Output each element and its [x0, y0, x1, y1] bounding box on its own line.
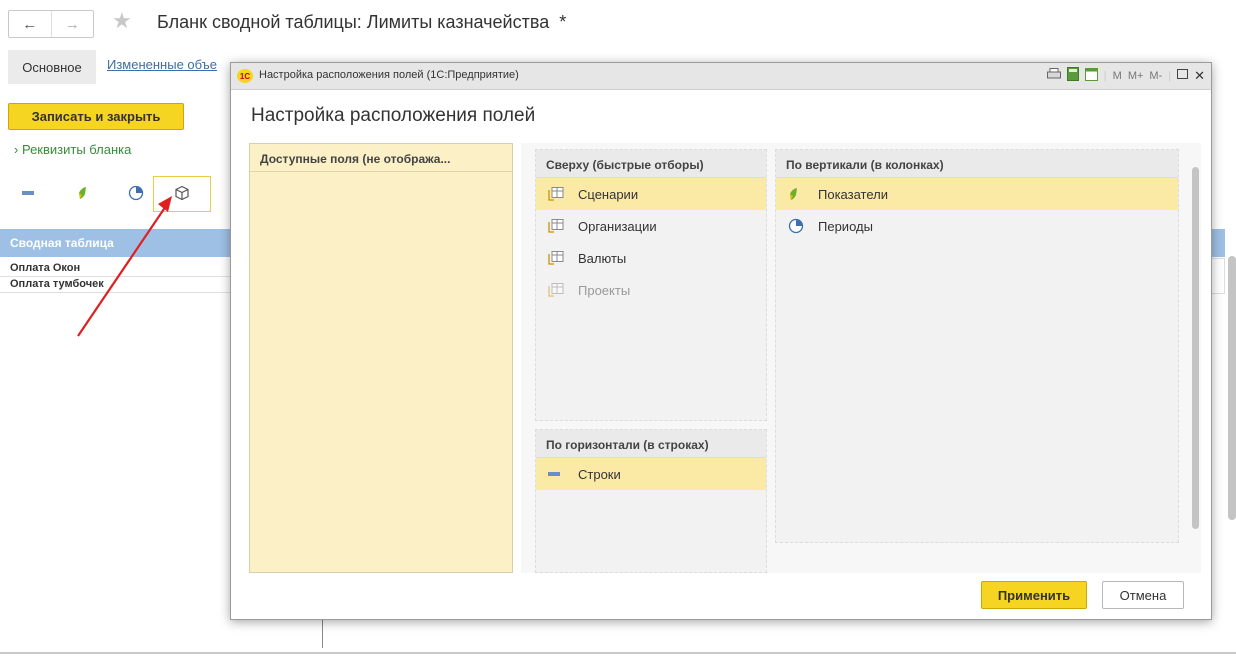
indicator-icon: [788, 187, 810, 201]
titlebar-buttons: | M M+ M- | ✕: [1046, 67, 1205, 84]
top-filters-title: Сверху (быстрые отборы): [536, 150, 766, 178]
dimension-icon: [548, 251, 570, 265]
horizontal-title: По горизонтали (в строках): [536, 430, 766, 458]
available-fields-panel[interactable]: Доступные поля (не отобража...: [249, 143, 513, 573]
dialog-scrollbar-thumb[interactable]: [1192, 167, 1199, 529]
available-fields-title: Доступные поля (не отобража...: [250, 144, 512, 172]
memory-button[interactable]: M: [1113, 70, 1122, 82]
field-item-scenarios[interactable]: Сценарии: [536, 178, 766, 210]
rows-icon: [548, 471, 570, 477]
dimension-icon: [548, 219, 570, 233]
apply-button[interactable]: Применить: [981, 581, 1087, 609]
field-item-periods[interactable]: Периоды: [776, 210, 1178, 242]
period-icon: [788, 218, 810, 234]
maximize-icon[interactable]: [1177, 69, 1189, 82]
field-item-currencies[interactable]: Валюты: [536, 242, 766, 274]
close-icon[interactable]: ✕: [1194, 68, 1205, 84]
1c-logo-icon: 1С: [237, 69, 253, 83]
top-filters-pane[interactable]: Сверху (быстрые отборы) Сценарии Организ…: [535, 149, 767, 421]
dialog-title: Настройка расположения полей (1С:Предпри…: [259, 69, 519, 81]
field-layout-dialog: 1С Настройка расположения полей (1С:Пред…: [230, 62, 1212, 620]
field-item-indicators[interactable]: Показатели: [776, 178, 1178, 210]
dimension-icon: [548, 283, 570, 297]
calendar-icon[interactable]: [1084, 67, 1098, 84]
vertical-pane[interactable]: По вертикали (в колонках) Показатели Пер…: [775, 149, 1179, 543]
horizontal-pane[interactable]: По горизонтали (в строках) Строки: [535, 429, 767, 573]
print-icon[interactable]: [1046, 68, 1061, 83]
field-item-organizations[interactable]: Организации: [536, 210, 766, 242]
dialog-heading: Настройка расположения полей: [251, 105, 536, 126]
memory-minus-button[interactable]: M-: [1149, 70, 1162, 82]
field-item-projects[interactable]: Проекты: [536, 274, 766, 306]
field-item-rows[interactable]: Строки: [536, 458, 766, 490]
dimension-icon: [548, 187, 570, 201]
cancel-button[interactable]: Отмена: [1102, 581, 1184, 609]
calculator-icon[interactable]: [1066, 67, 1079, 84]
memory-plus-button[interactable]: M+: [1128, 70, 1144, 82]
dialog-titlebar[interactable]: 1С Настройка расположения полей (1С:Пред…: [231, 63, 1211, 90]
vertical-title: По вертикали (в колонках): [776, 150, 1178, 178]
